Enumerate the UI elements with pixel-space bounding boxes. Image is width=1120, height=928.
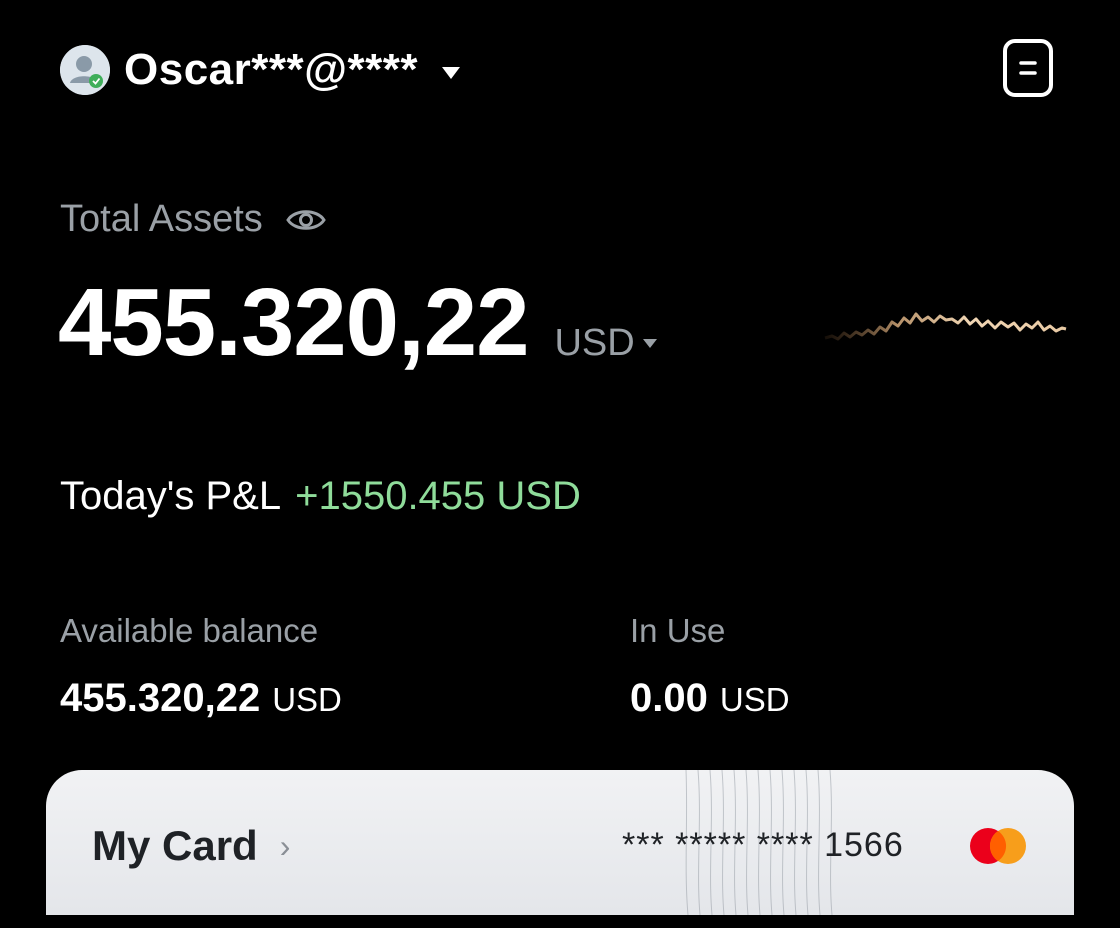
available-balance-value: 455.320,22 [60,676,261,720]
card-title-label: My Card [92,822,258,869]
pnl-label: Today's P&L [60,474,282,518]
caret-down-icon [642,339,657,348]
in-use-label: In Use [630,612,726,649]
card-title: My Card › [92,822,290,870]
available-balance-row: 455.320,22 USD [60,676,342,721]
account-switcher[interactable]: Oscar***@**** [60,44,461,96]
mastercard-icon [970,828,1026,864]
assets-sparkline [824,312,1067,341]
in-use-row: 0.00 USD [630,676,790,721]
pnl-value: +1550.455 USD [295,474,581,518]
user-avatar-icon [60,45,110,95]
chevron-right-icon: › [279,827,291,864]
currency-selector[interactable]: USD [554,322,657,365]
document-icon[interactable] [1002,38,1054,98]
total-assets-row: 455.320,22 USD [58,268,657,378]
total-assets-header: Total Assets [60,198,327,241]
account-name: Oscar***@**** [124,45,419,94]
available-balance-label: Available balance [60,612,319,649]
total-assets-value: 455.320,22 [58,269,529,376]
todays-pnl: Today's P&L +1550.455 USD [60,474,581,519]
eye-icon[interactable] [285,205,327,235]
my-card[interactable]: My Card › *** ***** **** 1566 [46,770,1074,915]
currency-label: USD [554,322,635,364]
in-use-currency: USD [719,681,790,718]
chevron-down-icon [442,67,461,79]
in-use-value: 0.00 [630,676,708,720]
total-assets-label: Total Assets [60,198,263,240]
available-balance-currency: USD [272,681,342,718]
card-number: *** ***** **** 1566 [622,826,904,864]
